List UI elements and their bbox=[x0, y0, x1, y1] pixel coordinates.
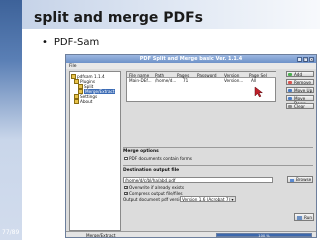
status-bar: Merge/Extract 100 % bbox=[66, 231, 316, 238]
compress-checkbox[interactable]: ✓ Compress output file/files bbox=[124, 191, 183, 196]
clear-button[interactable]: Clear bbox=[286, 103, 314, 109]
tree-about[interactable]: About bbox=[74, 99, 92, 104]
remove-button[interactable]: Remove bbox=[286, 79, 314, 85]
move-up-button[interactable]: Move Up bbox=[286, 87, 314, 93]
clear-icon bbox=[288, 105, 292, 108]
checkbox-checked[interactable]: ✓ bbox=[124, 191, 128, 195]
status-text: Merge/Extract bbox=[86, 232, 116, 238]
cell-path: /home/d... bbox=[155, 77, 177, 83]
slide-title: split and merge PDFs bbox=[34, 10, 203, 26]
folder-open-icon bbox=[290, 178, 294, 182]
window-controls: _ □ × bbox=[297, 56, 314, 62]
run-icon bbox=[297, 215, 302, 220]
browse-button[interactable]: Browse bbox=[287, 176, 313, 183]
cell-file-name: Main-DEf... bbox=[129, 77, 152, 83]
pdf-version-select[interactable]: Version 1.6 (Acrobat 7) ▾ bbox=[180, 196, 236, 202]
divider bbox=[123, 165, 313, 166]
destination-title: Destination output file bbox=[123, 168, 180, 173]
menu-bar: File bbox=[66, 63, 316, 69]
arrow-down-icon bbox=[288, 97, 292, 100]
window-title: PDF Split and Merge basic Ver. 1.1.4 bbox=[139, 56, 243, 62]
maximize-icon[interactable]: □ bbox=[303, 56, 308, 62]
mouse-pointer-icon bbox=[254, 86, 264, 98]
bullet-dot: • bbox=[42, 37, 48, 48]
cell-version: Version... bbox=[224, 77, 244, 83]
slide-sidebar bbox=[0, 0, 22, 240]
checkbox-checked[interactable]: ✓ bbox=[124, 185, 128, 189]
progress-text: 100 % bbox=[258, 233, 270, 238]
add-icon bbox=[288, 73, 292, 76]
progress-bar: 100 % bbox=[216, 233, 312, 237]
minimize-icon[interactable]: _ bbox=[297, 56, 302, 62]
bullet-text: PDF-Sam bbox=[53, 37, 100, 48]
info-icon bbox=[74, 99, 79, 104]
run-button[interactable]: Run bbox=[294, 213, 314, 221]
remove-icon bbox=[288, 81, 292, 84]
pdf-forms-checkbox[interactable]: PDF documents contain forms bbox=[124, 156, 192, 161]
table-row[interactable]: Main-DEf... /home/d... 71 Version... All bbox=[127, 77, 276, 83]
add-button[interactable]: Add bbox=[286, 71, 314, 77]
window-titlebar[interactable]: PDF Split and Merge basic Ver. 1.1.4 _ □… bbox=[66, 55, 316, 63]
arrow-up-icon bbox=[288, 89, 292, 92]
overwrite-checkbox[interactable]: ✓ Overwrite if already exists bbox=[124, 185, 184, 190]
checkbox[interactable] bbox=[124, 156, 128, 161]
cell-page-sel[interactable]: All bbox=[251, 78, 256, 83]
close-icon[interactable]: × bbox=[309, 56, 314, 62]
move-down-button[interactable]: Move Down bbox=[286, 95, 314, 106]
chevron-down-icon: ▾ bbox=[230, 197, 235, 202]
pdf-version-label: Output document pdf version: bbox=[123, 197, 187, 202]
destination-path-input[interactable]: /home/d/c/bl/ha/abd.pdf bbox=[123, 177, 273, 183]
divider bbox=[123, 147, 313, 148]
pdfsam-window: PDF Split and Merge basic Ver. 1.1.4 _ □… bbox=[65, 54, 317, 238]
plugin-tree: pdfsam 1.1.4 Plugins Split Merge/Extract… bbox=[69, 71, 121, 231]
bullet-item: • PDF-Sam bbox=[42, 37, 99, 48]
menu-file[interactable]: File bbox=[69, 64, 77, 69]
page-number: 77/89 bbox=[2, 229, 20, 236]
cell-pages: 71 bbox=[183, 77, 189, 83]
merge-options-title: Merge options bbox=[123, 149, 159, 154]
